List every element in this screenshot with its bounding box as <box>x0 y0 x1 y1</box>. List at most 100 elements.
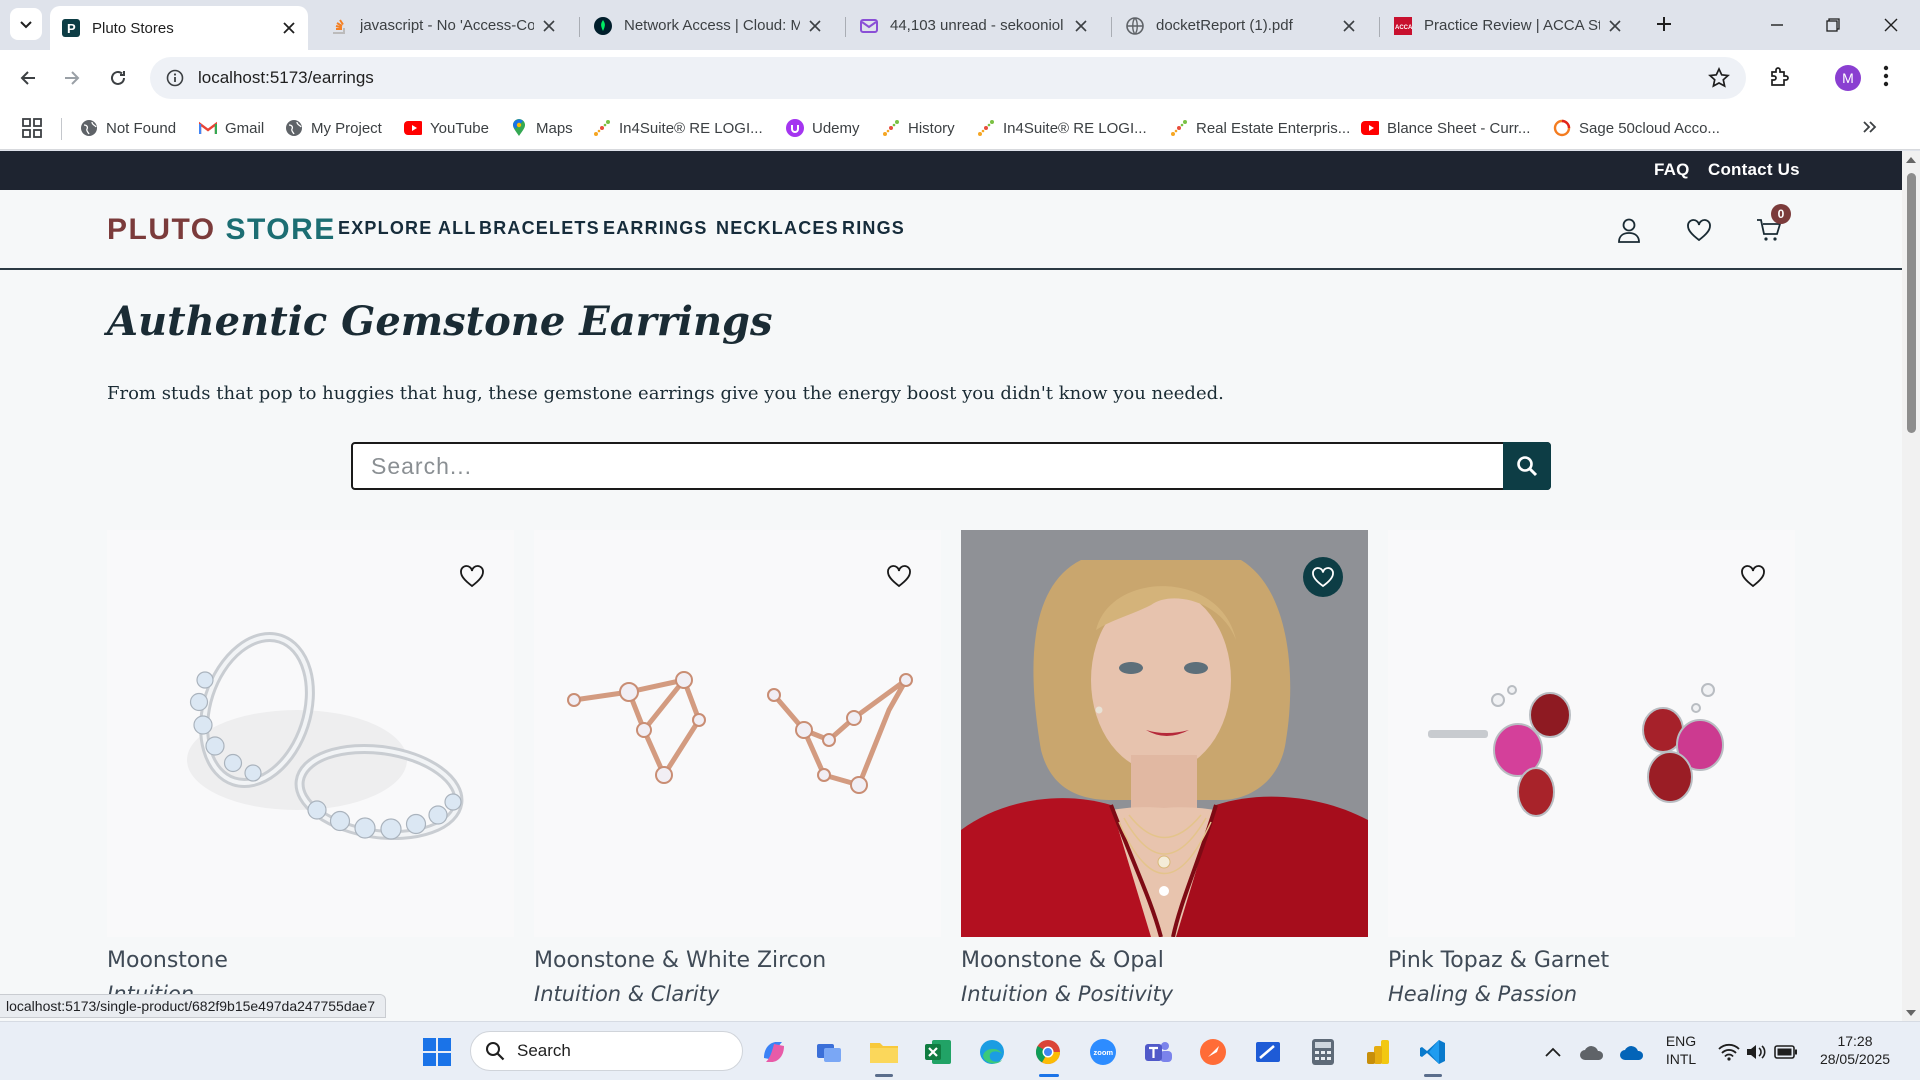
apps-grid-icon[interactable] <box>22 118 42 138</box>
tab-acca[interactable]: ACCA Practice Review | ACCA Stu <box>1382 7 1634 44</box>
tab-mongodb[interactable]: Network Access | Cloud: M <box>582 7 834 44</box>
product-image-constellation[interactable] <box>534 530 941 937</box>
page-scrollbar[interactable] <box>1902 151 1920 1021</box>
bookmark-in4suite-2[interactable]: In4Suite® RE LOGI... <box>977 106 1147 150</box>
product-card[interactable]: Moonstone Intuition <box>107 530 514 1006</box>
bookmark-star-icon[interactable] <box>1708 67 1730 89</box>
taskbar-search[interactable]: Search <box>470 1031 743 1071</box>
onedrive-icon[interactable] <box>1616 1036 1648 1068</box>
wishlist-toggle-active[interactable] <box>1303 557 1343 597</box>
product-image-model[interactable] <box>961 530 1368 937</box>
bookmark-gmail[interactable]: Gmail <box>199 106 264 150</box>
minimize-button[interactable] <box>1762 10 1792 40</box>
bookmark-maps[interactable]: Maps <box>510 106 573 150</box>
product-name[interactable]: Pink Topaz & Garnet <box>1388 948 1609 973</box>
active-app-indicator <box>1039 1074 1059 1077</box>
store-logo[interactable]: PLUTO STORE <box>107 213 336 247</box>
extensions-puzzle-icon[interactable] <box>1768 65 1792 89</box>
postman-icon[interactable] <box>1197 1036 1229 1068</box>
faq-link[interactable]: FAQ <box>1654 160 1690 180</box>
scrollbar-thumb[interactable] <box>1907 173 1916 433</box>
new-tab-button[interactable] <box>1652 12 1676 36</box>
power-bi-icon[interactable] <box>1362 1036 1394 1068</box>
restore-button[interactable] <box>1818 10 1848 40</box>
wishlist-toggle[interactable] <box>879 556 919 596</box>
product-name[interactable]: Moonstone <box>107 948 228 973</box>
excel-icon[interactable] <box>922 1036 954 1068</box>
calculator-icon[interactable] <box>1307 1036 1339 1068</box>
bookmark-not-found[interactable]: Not Found <box>80 106 176 150</box>
product-image-topaz-garnet[interactable] <box>1388 530 1795 937</box>
bookmark-real-estate[interactable]: Real Estate Enterpris... <box>1170 106 1350 150</box>
teams-icon[interactable] <box>1142 1036 1174 1068</box>
product-name[interactable]: Moonstone & Opal <box>961 948 1164 973</box>
product-card[interactable]: Moonstone & White Zircon Intuition & Cla… <box>534 530 941 1006</box>
file-explorer-icon[interactable] <box>868 1036 900 1068</box>
snipping-tool-icon[interactable] <box>1252 1036 1284 1068</box>
volume-icon[interactable] <box>1740 1036 1772 1068</box>
close-tab-icon[interactable] <box>540 17 558 35</box>
weather-cloud-icon[interactable] <box>1576 1036 1608 1068</box>
close-tab-icon[interactable] <box>806 17 824 35</box>
bookmark-sage[interactable]: Sage 50cloud Acco... <box>1553 106 1720 150</box>
site-info-icon[interactable] <box>154 69 196 87</box>
wishlist-toggle[interactable] <box>452 556 492 596</box>
search-input[interactable] <box>353 444 1503 488</box>
task-view-icon[interactable] <box>813 1036 845 1068</box>
battery-icon[interactable] <box>1770 1036 1802 1068</box>
vscode-icon[interactable] <box>1417 1036 1449 1068</box>
url-text[interactable]: localhost:5173/earrings <box>198 68 374 88</box>
reload-button[interactable] <box>102 62 134 94</box>
bookmark-my-project[interactable]: My Project <box>285 106 382 150</box>
show-hidden-icons-chevron[interactable] <box>1537 1036 1569 1068</box>
input-language-indicator[interactable]: ENG INTL <box>1658 1032 1704 1068</box>
edge-icon[interactable] <box>976 1036 1008 1068</box>
bookmark-history[interactable]: History <box>882 106 955 150</box>
chrome-icon[interactable] <box>1032 1036 1064 1068</box>
product-card[interactable]: Pink Topaz & Garnet Healing & Passion <box>1388 530 1795 1006</box>
product-card[interactable]: Moonstone & Opal Intuition & Positivity <box>961 530 1368 1006</box>
in4suite-icon <box>882 119 900 137</box>
search-button[interactable] <box>1503 442 1551 490</box>
product-image-moonstone-hoops[interactable] <box>107 530 514 937</box>
close-tab-icon[interactable] <box>280 19 298 37</box>
close-tab-icon[interactable] <box>1606 17 1624 35</box>
tab-pluto-stores[interactable]: P Pluto Stores <box>50 6 308 50</box>
clock[interactable]: 17:28 28/05/2025 <box>1808 1032 1902 1068</box>
wishlist-toggle[interactable] <box>1733 556 1773 596</box>
more-bookmarks-icon[interactable] <box>1862 117 1878 137</box>
nav-bracelets[interactable]: BRACELETS <box>479 218 600 239</box>
bookmark-balance-sheet[interactable]: Blance Sheet - Curr... <box>1361 106 1530 150</box>
start-button[interactable] <box>421 1036 453 1068</box>
tab-search-button[interactable] <box>10 8 42 40</box>
tab-mail[interactable]: 44,103 unread - sekooniol <box>848 7 1100 44</box>
tab-stackoverflow[interactable]: javascript - No 'Access-Con <box>318 7 568 44</box>
tab-pdf[interactable]: docketReport (1).pdf <box>1114 7 1368 44</box>
browser-menu-icon[interactable] <box>1882 64 1890 88</box>
contact-us-link[interactable]: Contact Us <box>1708 160 1800 180</box>
close-icon <box>1884 18 1898 32</box>
close-window-button[interactable] <box>1876 10 1906 40</box>
nav-necklaces[interactable]: NECKLACES <box>716 218 839 239</box>
close-tab-icon[interactable] <box>1340 17 1358 35</box>
stackoverflow-favicon <box>330 17 348 35</box>
nav-earrings[interactable]: EARRINGS <box>603 218 708 239</box>
close-tab-icon[interactable] <box>1072 17 1090 35</box>
tab-title: Network Access | Cloud: M <box>624 17 800 34</box>
browser-toolbar: localhost:5173/earrings M <box>0 50 1920 106</box>
zoom-icon[interactable]: zoom <box>1087 1036 1119 1068</box>
account-icon[interactable] <box>1617 217 1641 243</box>
copilot-icon[interactable] <box>758 1036 790 1068</box>
back-button[interactable] <box>12 62 44 94</box>
nav-explore-all[interactable]: EXPLORE ALL <box>338 218 477 239</box>
product-name[interactable]: Moonstone & White Zircon <box>534 948 826 973</box>
forward-button[interactable] <box>56 62 88 94</box>
nav-rings[interactable]: RINGS <box>842 218 905 239</box>
wishlist-heart-icon[interactable] <box>1686 218 1712 242</box>
profile-avatar[interactable]: M <box>1835 65 1861 91</box>
bookmark-udemy[interactable]: Udemy <box>786 106 860 150</box>
bookmark-in4suite-1[interactable]: In4Suite® RE LOGI... <box>593 106 763 150</box>
taskbar-search-label: Search <box>517 1041 571 1060</box>
bookmark-youtube[interactable]: YouTube <box>404 106 489 150</box>
address-bar[interactable]: localhost:5173/earrings <box>150 57 1746 99</box>
